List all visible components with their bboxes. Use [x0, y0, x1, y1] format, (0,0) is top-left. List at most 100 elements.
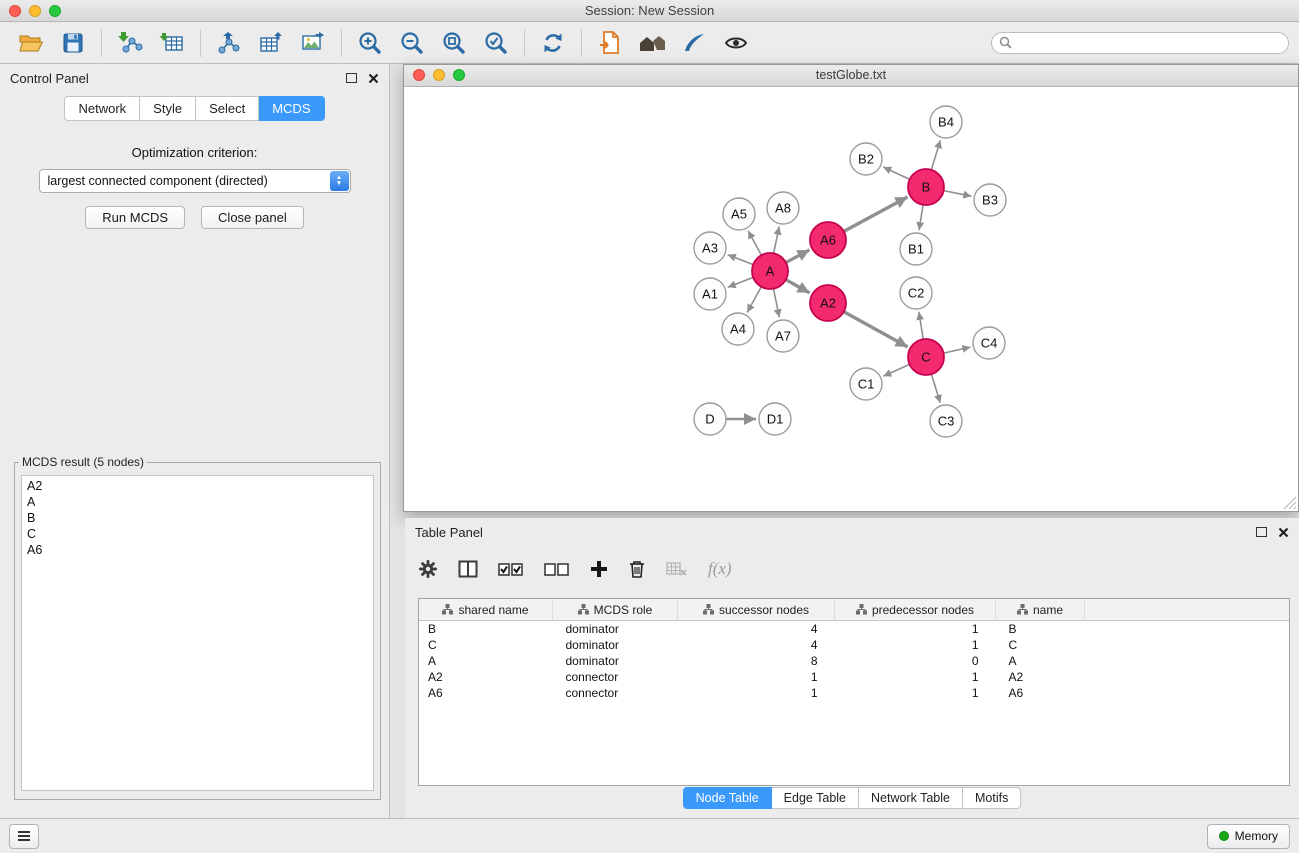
network-edge-A2-C[interactable] — [844, 312, 908, 347]
optimization-criterion-dropdown[interactable]: largest connected component (directed) ▲… — [39, 169, 351, 193]
close-table-panel-icon[interactable] — [1278, 527, 1289, 538]
zoom-fit-button[interactable] — [433, 25, 475, 61]
network-node-B2[interactable]: B2 — [850, 143, 882, 175]
minimize-network-window-button[interactable] — [433, 69, 445, 81]
network-node-D[interactable]: D — [694, 403, 726, 435]
apply-layout-button[interactable] — [532, 25, 574, 61]
export-table-button[interactable] — [250, 25, 292, 61]
column-header-name[interactable]: name — [996, 599, 1085, 621]
table-cell[interactable]: connector — [553, 685, 678, 701]
open-session-button[interactable] — [10, 25, 52, 61]
import-table-button[interactable] — [151, 25, 193, 61]
network-canvas[interactable]: AA1A2A3A4A5A6A7A8BB1B2B3B4CC1C2C3C4DD1 — [404, 87, 1298, 511]
table-cell[interactable]: connector — [553, 669, 678, 685]
table-cell[interactable]: dominator — [553, 637, 678, 653]
table-cell[interactable]: dominator — [553, 621, 678, 638]
network-node-A[interactable]: A — [752, 253, 788, 289]
network-node-C4[interactable]: C4 — [973, 327, 1005, 359]
zoom-selected-button[interactable] — [475, 25, 517, 61]
network-node-C[interactable]: C — [908, 339, 944, 375]
table-cell[interactable]: 1 — [835, 621, 996, 638]
tab-network[interactable]: Network — [64, 96, 140, 121]
zoom-in-button[interactable] — [349, 25, 391, 61]
table-cell[interactable]: 1 — [835, 685, 996, 701]
table-cell[interactable]: B — [996, 621, 1085, 638]
network-edge-B-B3[interactable] — [944, 191, 972, 197]
table-cell[interactable]: A2 — [996, 669, 1085, 685]
table-row[interactable]: A6connector11A6 — [419, 685, 1289, 701]
resize-grip-icon[interactable] — [1283, 496, 1297, 510]
open-network-file-button[interactable] — [589, 25, 631, 61]
network-node-C1[interactable]: C1 — [850, 368, 882, 400]
unselect-all-columns-button[interactable] — [544, 562, 570, 577]
create-column-button[interactable] — [590, 560, 608, 578]
network-node-B3[interactable]: B3 — [974, 184, 1006, 216]
network-node-C2[interactable]: C2 — [900, 277, 932, 309]
show-panels-button[interactable] — [9, 824, 39, 849]
float-panel-icon[interactable] — [346, 73, 357, 83]
network-node-A5[interactable]: A5 — [723, 198, 755, 230]
network-edge-A-A5[interactable] — [748, 231, 761, 256]
network-edge-B-B4[interactable] — [931, 140, 940, 170]
network-node-A3[interactable]: A3 — [694, 232, 726, 264]
tab-motifs[interactable]: Motifs — [963, 787, 1021, 809]
table-cell[interactable]: 0 — [835, 653, 996, 669]
tab-style[interactable]: Style — [140, 96, 196, 121]
node-table[interactable]: shared nameMCDS rolesuccessor nodesprede… — [418, 598, 1290, 786]
tab-mcds[interactable]: MCDS — [259, 96, 324, 121]
network-node-A8[interactable]: A8 — [767, 192, 799, 224]
annotations-button[interactable] — [673, 25, 715, 61]
tab-select[interactable]: Select — [196, 96, 259, 121]
import-network-button[interactable] — [109, 25, 151, 61]
table-cell[interactable]: 4 — [678, 637, 835, 653]
table-cell[interactable]: 1 — [835, 669, 996, 685]
network-edge-B-B2[interactable] — [883, 167, 910, 179]
close-window-button[interactable] — [9, 5, 21, 17]
column-header-shared-name[interactable]: shared name — [419, 599, 553, 621]
table-row[interactable]: Cdominator41C — [419, 637, 1289, 653]
table-cell[interactable]: 1 — [678, 685, 835, 701]
network-edge-A-A2[interactable] — [786, 280, 810, 293]
table-cell[interactable]: C — [996, 637, 1085, 653]
network-edge-A6-B[interactable] — [844, 197, 908, 231]
memory-button[interactable]: Memory — [1207, 824, 1290, 849]
network-node-B[interactable]: B — [908, 169, 944, 205]
table-cell[interactable]: C — [419, 637, 553, 653]
network-node-A7[interactable]: A7 — [767, 320, 799, 352]
table-cell[interactable]: A — [996, 653, 1085, 669]
network-edge-A-A7[interactable] — [774, 289, 780, 318]
save-session-button[interactable] — [52, 25, 94, 61]
table-cell[interactable]: 1 — [835, 637, 996, 653]
show-columns-button[interactable] — [458, 560, 478, 578]
network-edge-B-B1[interactable] — [919, 205, 923, 230]
network-node-B1[interactable]: B1 — [900, 233, 932, 265]
network-edge-A-A3[interactable] — [728, 255, 754, 265]
delete-table-button[interactable] — [666, 561, 688, 577]
network-edge-A-A4[interactable] — [747, 287, 761, 313]
table-row[interactable]: Bdominator41B — [419, 621, 1289, 638]
table-cell[interactable]: 4 — [678, 621, 835, 638]
network-node-A2[interactable]: A2 — [810, 285, 846, 321]
function-builder-button[interactable]: f(x) — [708, 559, 732, 579]
network-node-A6[interactable]: A6 — [810, 222, 846, 258]
table-cell[interactable]: A6 — [419, 685, 553, 701]
network-node-A4[interactable]: A4 — [722, 313, 754, 345]
network-edge-A-A6[interactable] — [786, 250, 810, 263]
network-node-A1[interactable]: A1 — [694, 278, 726, 310]
network-edge-C-C3[interactable] — [931, 374, 940, 403]
close-panel-button[interactable]: Close panel — [201, 206, 304, 229]
delete-columns-button[interactable] — [628, 559, 646, 579]
network-edge-A-A8[interactable] — [774, 227, 780, 254]
table-cell[interactable]: B — [419, 621, 553, 638]
table-options-button[interactable] — [418, 559, 438, 579]
tab-edge-table[interactable]: Edge Table — [772, 787, 859, 809]
table-cell[interactable]: A6 — [996, 685, 1085, 701]
column-header-predecessor-nodes[interactable]: predecessor nodes — [835, 599, 996, 621]
network-edge-C-C4[interactable] — [944, 347, 971, 353]
network-node-B4[interactable]: B4 — [930, 106, 962, 138]
table-row[interactable]: A2connector11A2 — [419, 669, 1289, 685]
close-panel-icon[interactable] — [368, 73, 379, 84]
column-header-successor-nodes[interactable]: successor nodes — [678, 599, 835, 621]
home-button[interactable] — [631, 25, 673, 61]
minimize-window-button[interactable] — [29, 5, 41, 17]
